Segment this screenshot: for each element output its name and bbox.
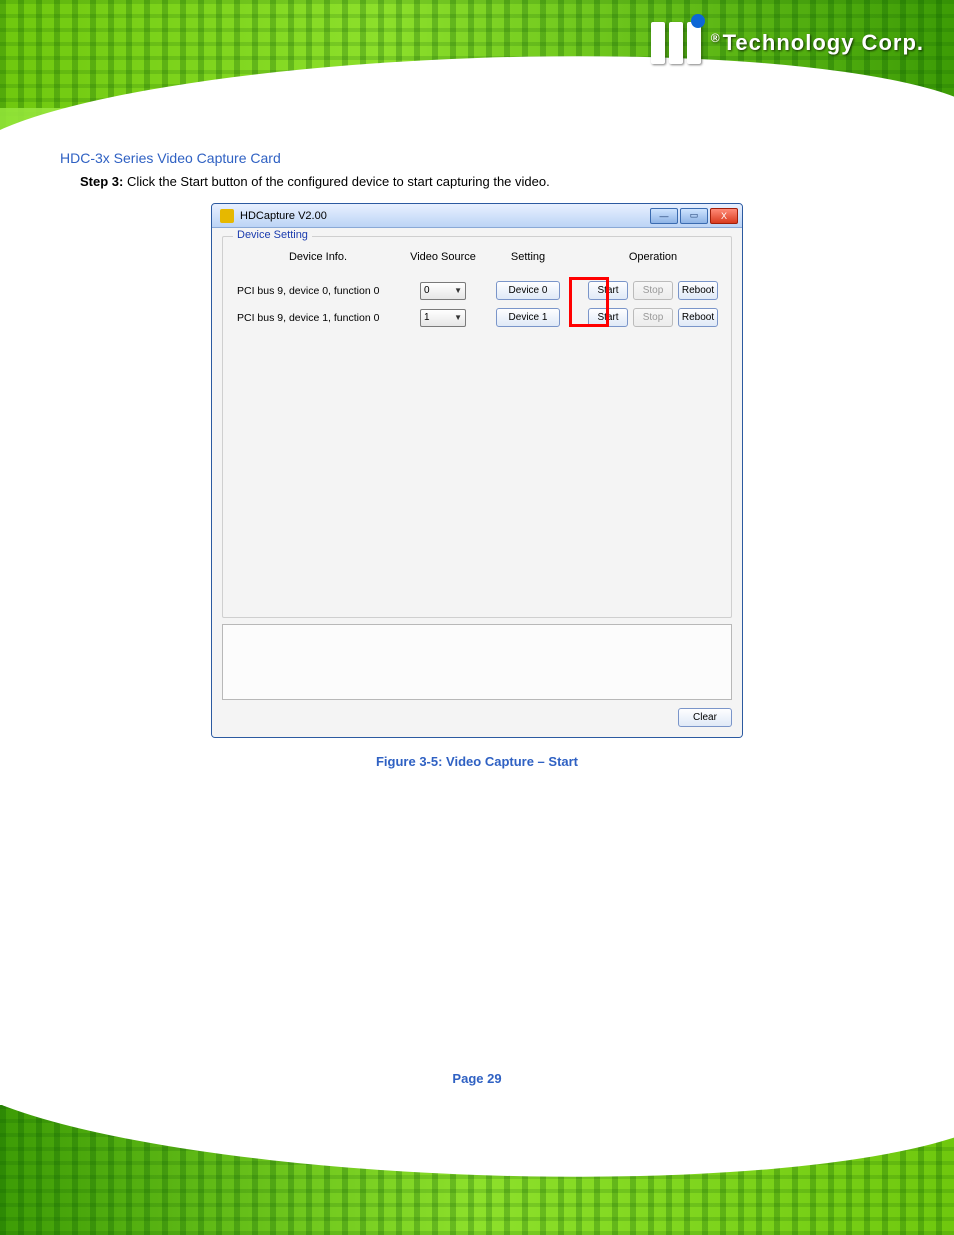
stop-button[interactable]: Stop — [633, 281, 673, 300]
brand-logo-dot — [691, 14, 705, 28]
brand-logo-bar — [669, 22, 683, 64]
brand-logo-bar — [687, 22, 701, 64]
window-minimize-button[interactable]: — — [650, 208, 678, 224]
start-button[interactable]: Start — [588, 308, 628, 327]
header-info: Device Info. — [233, 251, 403, 263]
app-icon — [220, 209, 234, 223]
header-source: Video Source — [403, 251, 483, 263]
chevron-down-icon: ▼ — [454, 313, 462, 322]
brand-reg: ® — [711, 31, 721, 45]
device-setting-group: Device Setting Device Info. Video Source… — [222, 236, 732, 618]
dropdown-value: 1 — [424, 312, 430, 323]
setting-cell: Device 0 — [483, 281, 573, 300]
document-step: Step 3: Click the Start button of the co… — [80, 174, 894, 189]
device-setting-button[interactable]: Device 0 — [496, 281, 560, 300]
column-headers: Device Info. Video Source Setting Operat… — [233, 251, 721, 263]
page-footer-curve — [0, 1105, 954, 1194]
reboot-button[interactable]: Reboot — [678, 308, 718, 327]
window-titlebar: HDCapture V2.00 — ▭ X — [212, 204, 742, 228]
device-info: PCI bus 9, device 1, function 0 — [233, 312, 403, 324]
brand-logo — [651, 22, 701, 64]
bottom-row: Clear — [222, 700, 732, 729]
hdcapture-window: HDCapture V2.00 — ▭ X Device Setting Dev… — [211, 203, 743, 738]
figure-wrapper: HDCapture V2.00 — ▭ X Device Setting Dev… — [211, 203, 743, 738]
brand-logo-bar — [651, 22, 665, 64]
chevron-down-icon: ▼ — [454, 286, 462, 295]
stop-button[interactable]: Stop — [633, 308, 673, 327]
video-source-dropdown[interactable]: 1 ▼ — [420, 309, 466, 327]
brand-text: ®Technology Corp. — [711, 30, 924, 56]
clear-button[interactable]: Clear — [678, 708, 732, 727]
setting-cell: Device 1 — [483, 308, 573, 327]
app-inner: Device Setting Device Info. Video Source… — [212, 228, 742, 737]
video-source-cell: 1 ▼ — [403, 309, 483, 327]
page-footer-decor — [0, 1105, 954, 1235]
device-row: PCI bus 9, device 1, function 0 1 ▼ Devi… — [233, 308, 721, 327]
step-text: Click the Start button of the configured… — [127, 174, 550, 189]
reboot-button[interactable]: Reboot — [678, 281, 718, 300]
window-maximize-button[interactable]: ▭ — [680, 208, 708, 224]
document-blank — [60, 775, 894, 1055]
device-info: PCI bus 9, device 0, function 0 — [233, 285, 403, 297]
operation-cell: Start Stop Reboot — [573, 281, 733, 300]
window-close-button[interactable]: X — [710, 208, 738, 224]
header-operation: Operation — [573, 251, 733, 263]
page-header-decor: ®Technology Corp. — [0, 0, 954, 130]
page-number: Page 29 — [60, 1071, 894, 1086]
brand-name: Technology Corp. — [723, 30, 924, 55]
start-button[interactable]: Start — [588, 281, 628, 300]
window-title: HDCapture V2.00 — [240, 210, 650, 222]
video-source-dropdown[interactable]: 0 ▼ — [420, 282, 466, 300]
step-prefix: Step 3: — [80, 174, 123, 189]
dropdown-value: 0 — [424, 285, 430, 296]
brand-block: ®Technology Corp. — [651, 22, 924, 64]
device-row: PCI bus 9, device 0, function 0 0 ▼ Devi… — [233, 281, 721, 300]
document-body: HDC-3x Series Video Capture Card Step 3:… — [60, 150, 894, 1086]
document-title: HDC-3x Series Video Capture Card — [60, 150, 894, 166]
operation-cell: Start Stop Reboot — [573, 308, 733, 327]
group-empty-space — [233, 335, 721, 605]
log-output — [222, 624, 732, 700]
header-setting: Setting — [483, 251, 573, 263]
window-buttons: — ▭ X — [650, 208, 738, 224]
figure-caption: Figure 3-5: Video Capture – Start — [60, 754, 894, 769]
group-title: Device Setting — [233, 229, 312, 241]
device-setting-button[interactable]: Device 1 — [496, 308, 560, 327]
video-source-cell: 0 ▼ — [403, 282, 483, 300]
